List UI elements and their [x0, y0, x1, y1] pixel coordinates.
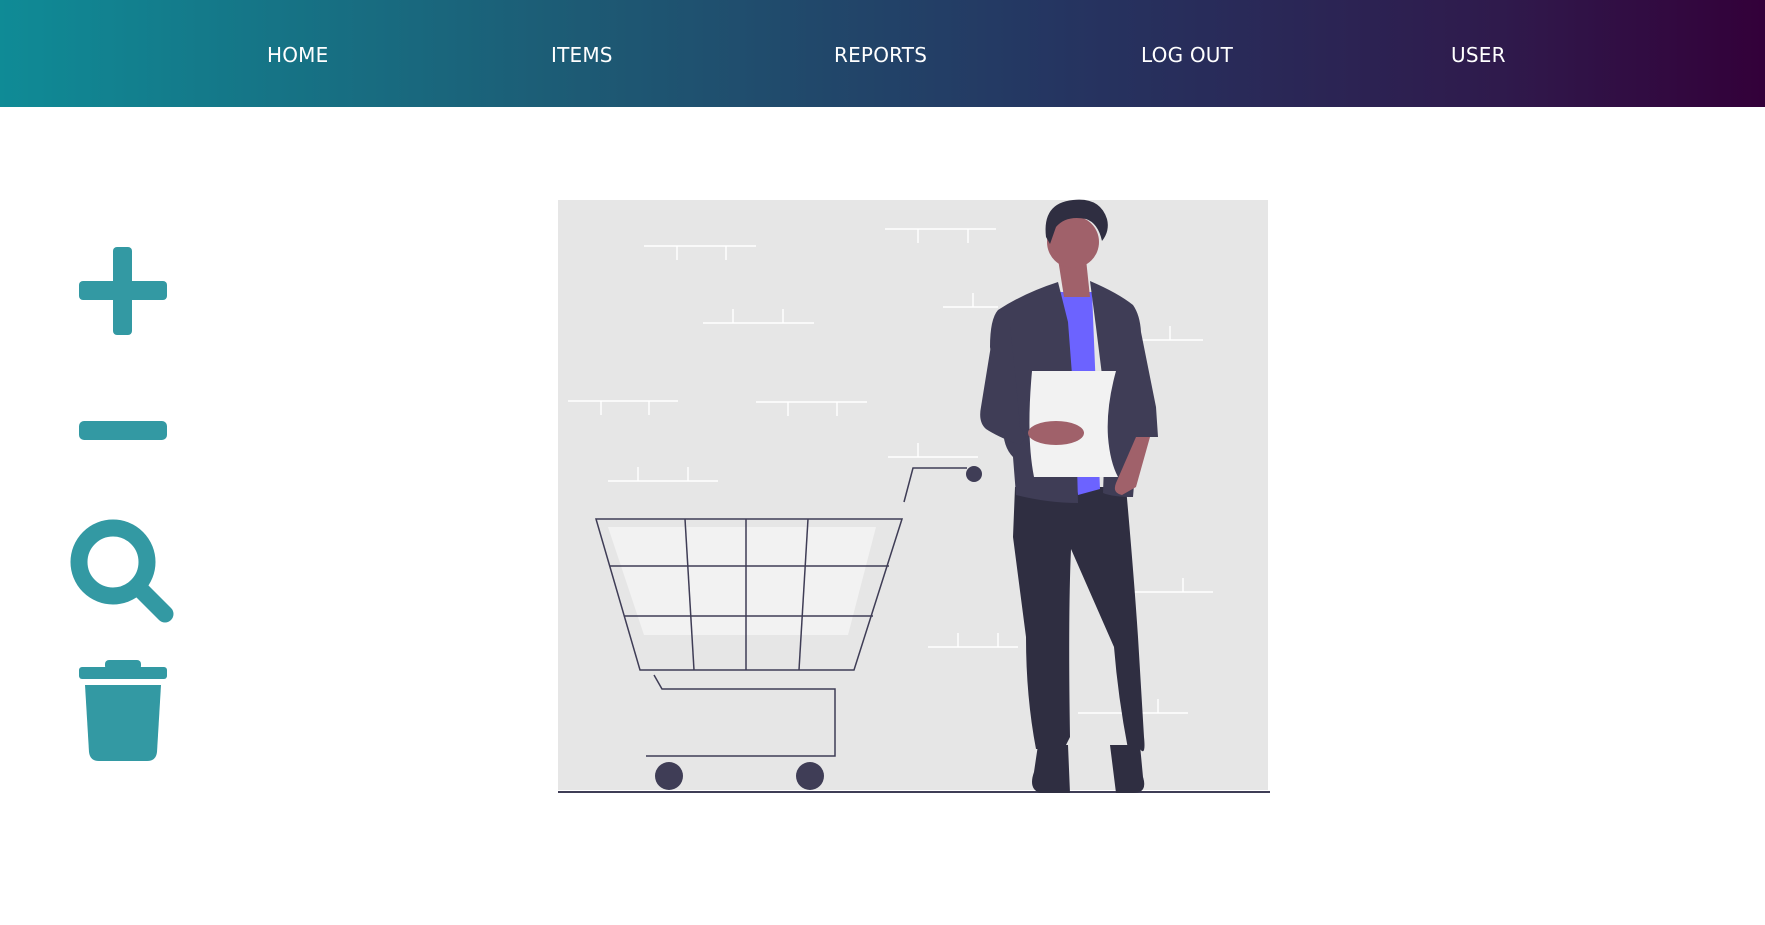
top-navbar: HOME ITEMS REPORTS LOG OUT USER — [0, 0, 1765, 107]
nav-logout-link[interactable]: LOG OUT — [1141, 42, 1233, 68]
trash-icon — [79, 660, 167, 761]
plus-icon — [79, 247, 167, 335]
add-button[interactable] — [78, 246, 168, 336]
minus-icon — [79, 421, 167, 440]
search-icon — [70, 519, 174, 623]
nav-home-link[interactable]: HOME — [267, 42, 328, 68]
search-button[interactable] — [70, 519, 175, 624]
remove-button[interactable] — [78, 420, 168, 442]
shopping-cart-person-illustration — [558, 199, 1270, 793]
nav-reports-link[interactable]: REPORTS — [834, 42, 927, 68]
delete-button[interactable] — [78, 660, 168, 762]
nav-user-link[interactable]: USER — [1451, 42, 1506, 68]
nav-items-link[interactable]: ITEMS — [551, 42, 613, 68]
shopping-illustration — [558, 197, 1270, 796]
